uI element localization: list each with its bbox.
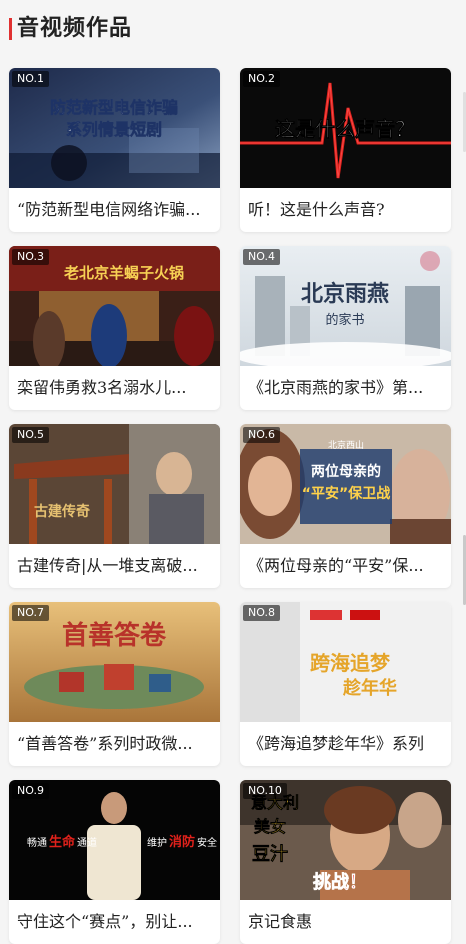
rank-badge: NO.6 [243,427,280,443]
thumb-overlay-text: 防范新型电信诈骗 [50,98,178,117]
thumb-overlay-text: 维护 [147,836,167,849]
video-title[interactable]: 《两位母亲的“平安”保... [248,544,448,588]
thumb-overlay-text: 美女 [254,817,286,836]
thumb-overlay-text: 这是什么声音？ [275,117,415,141]
video-title[interactable]: 《跨海追梦趁年华》系列 [248,722,448,766]
video-thumbnail[interactable]: 防范新型电信诈骗 系列情景短剧 NO.1 [9,68,220,188]
video-title[interactable]: “首善答卷”系列时政微... [17,722,217,766]
video-title[interactable]: 守住这个“赛点”，别让... [17,900,217,944]
thumb-overlay-text: 两位母亲的 [311,463,381,480]
video-card-9[interactable]: 畅通 生命 通道 维护 消防 安全 NO.9 守住这个“赛点”，别让... [9,780,220,944]
thumb-overlay-text: 豆汁 [252,843,288,865]
thumb-overlay-text: 生命 [49,834,76,850]
section-accent-bar [9,18,12,40]
video-card-10[interactable]: 意大利 美女 豆汁 挑战！ NO.10 京记食惠 [240,780,451,944]
video-card-8[interactable]: 跨海追梦 趁年华 NO.8 《跨海追梦趁年华》系列 [240,602,451,766]
rank-badge: NO.1 [12,71,49,87]
rank-badge: NO.5 [12,427,49,443]
video-card-6[interactable]: 北京西山 两位母亲的 “平安”保卫战 NO.6 《两位母亲的“平安”保... [240,424,451,588]
video-thumbnail[interactable]: 古建传奇 NO.5 [9,424,220,544]
rank-badge: NO.7 [12,605,49,621]
video-title[interactable]: 京记食惠 [248,900,448,944]
video-card-2[interactable]: 这是什么声音？ NO.2 听！这是什么声音? [240,68,451,232]
video-thumbnail[interactable]: 意大利 美女 豆汁 挑战！ NO.10 [240,780,451,900]
rank-badge: NO.10 [243,783,287,799]
thumb-overlay-text: 首善答卷 [62,620,167,651]
video-thumbnail[interactable]: 畅通 生命 通道 维护 消防 安全 NO.9 [9,780,220,900]
video-thumbnail[interactable]: 北京雨燕 的家书 NO.4 [240,246,451,366]
video-title[interactable]: 古建传奇|从一堆支离破... [17,544,217,588]
thumb-overlay-text: “平安”保卫战 [302,485,390,502]
rank-badge: NO.2 [243,71,280,87]
video-thumbnail[interactable]: 跨海追梦 趁年华 NO.8 [240,602,451,722]
video-title[interactable]: 栾留伟勇救3名溺水儿... [17,366,217,410]
rank-badge: NO.3 [12,249,49,265]
video-thumbnail[interactable]: 这是什么声音？ NO.2 [240,68,451,188]
video-title[interactable]: 《北京雨燕的家书》第... [248,366,448,410]
rank-badge: NO.8 [243,605,280,621]
video-card-7[interactable]: 首善答卷 NO.7 “首善答卷”系列时政微... [9,602,220,766]
thumb-overlay-text: 安全 [197,836,217,849]
video-title[interactable]: 听！这是什么声音? [248,188,448,232]
video-thumbnail[interactable]: 老北京羊蝎子火锅 NO.3 [9,246,220,366]
video-thumbnail[interactable]: 首善答卷 NO.7 [9,602,220,722]
thumb-overlay-text: 通道 [77,836,97,849]
video-card-5[interactable]: 古建传奇 NO.5 古建传奇|从一堆支离破... [9,424,220,588]
section-title: 音视频作品 [17,16,133,41]
thumb-overlay-text: 趁年华 [342,677,397,699]
video-thumbnail[interactable]: 北京西山 两位母亲的 “平安”保卫战 NO.6 [240,424,451,544]
thumb-overlay-text: 畅通 [27,836,47,849]
video-card-4[interactable]: 北京雨燕 的家书 NO.4 《北京雨燕的家书》第... [240,246,451,410]
thumb-overlay-text: 的家书 [325,312,364,328]
thumb-overlay-text: 跨海追梦 [310,651,391,675]
rank-badge: NO.9 [12,783,49,799]
section-header: 音视频作品 [0,0,466,58]
scrollbar[interactable] [462,0,466,944]
thumb-overlay-text: 老北京羊蝎子火锅 [63,264,184,282]
thumb-overlay-text: 古建传奇 [34,503,90,520]
thumb-overlay-text: 系列情景短剧 [66,120,162,139]
video-title[interactable]: “防范新型电信网络诈骗... [17,188,217,232]
video-card-1[interactable]: 防范新型电信诈骗 系列情景短剧 NO.1 “防范新型电信网络诈骗... [9,68,220,232]
video-card-3[interactable]: 老北京羊蝎子火锅 NO.3 栾留伟勇救3名溺水儿... [9,246,220,410]
thumb-overlay-text: 北京雨燕 [301,281,389,307]
rank-badge: NO.4 [243,249,280,265]
thumb-overlay-text: 北京西山 [328,439,364,451]
thumb-overlay-text: 消防 [169,834,195,850]
thumb-overlay-text: 挑战！ [313,871,367,893]
